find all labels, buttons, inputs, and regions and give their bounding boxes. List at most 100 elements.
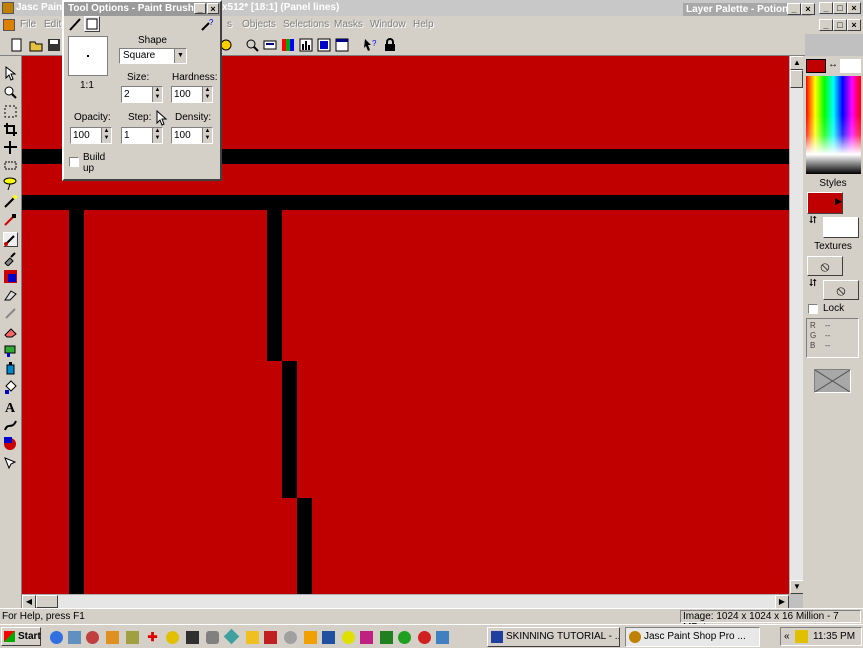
arrow-tool-icon[interactable] bbox=[3, 65, 18, 81]
app-close-button[interactable]: × bbox=[847, 2, 861, 14]
horizontal-scroll-thumb[interactable] bbox=[36, 595, 58, 608]
rectangle-select-icon[interactable] bbox=[3, 158, 18, 173]
background-texture-none-icon[interactable]: ⦸ bbox=[823, 280, 859, 300]
task-paint-shop-pro[interactable]: Jasc Paint Shop Pro ... bbox=[625, 627, 760, 647]
menu-objects[interactable]: Objects bbox=[242, 16, 276, 34]
texture-swap-icon[interactable]: ⮃ bbox=[809, 278, 817, 289]
foreground-texture-none-icon[interactable]: ⦸ bbox=[807, 256, 843, 276]
brush-options-tab-icon[interactable] bbox=[84, 16, 100, 32]
scroll-down-button[interactable]: ▼ bbox=[790, 580, 804, 594]
doc-restore-button[interactable]: □ bbox=[833, 19, 847, 31]
red-cross-icon[interactable]: ✚ bbox=[146, 631, 159, 644]
quicklaunch-app-icon-18[interactable] bbox=[436, 631, 449, 644]
doc-minimize-button[interactable]: _ bbox=[819, 19, 833, 31]
open-folder-icon[interactable] bbox=[28, 37, 44, 52]
size-spinner[interactable]: 2 ▲ ▼ bbox=[121, 86, 163, 103]
quicklaunch-app-icon-4[interactable] bbox=[166, 631, 179, 644]
menu-selections[interactable]: Selections bbox=[283, 16, 329, 34]
step-spinner[interactable]: 1 ▲ ▼ bbox=[121, 127, 163, 144]
desktop-icon[interactable] bbox=[68, 631, 81, 644]
quicklaunch-app-icon-14[interactable] bbox=[360, 631, 373, 644]
layer-palette-icon[interactable] bbox=[316, 37, 332, 52]
toolbar-toggle-icon[interactable] bbox=[262, 37, 278, 52]
quicklaunch-app-icon-9[interactable] bbox=[264, 631, 277, 644]
quicklaunch-app-icon-10[interactable] bbox=[284, 631, 297, 644]
quicklaunch-app-icon-5[interactable] bbox=[186, 631, 199, 644]
zoom-tool-icon[interactable] bbox=[3, 85, 18, 100]
hardness-spinner[interactable]: 100 ▲ ▼ bbox=[171, 86, 213, 103]
scroll-left-button[interactable]: ◀ bbox=[22, 595, 36, 609]
step-spin-buttons[interactable]: ▲ ▼ bbox=[152, 128, 162, 143]
menu-window[interactable]: Window bbox=[370, 16, 406, 34]
histogram-icon[interactable] bbox=[298, 37, 314, 52]
layer-palette-minimize-button[interactable]: _ bbox=[787, 3, 801, 15]
retouch-tool-icon[interactable] bbox=[3, 287, 18, 302]
background-style-swatch[interactable] bbox=[823, 217, 859, 238]
swap-arrow-icon[interactable]: ↔ bbox=[828, 59, 838, 70]
menu-file[interactable]: File bbox=[20, 16, 36, 34]
tool-options-minimize-button[interactable]: _ bbox=[194, 3, 206, 14]
chevron-down-icon[interactable]: ▼ bbox=[174, 49, 186, 63]
app-minimize-button[interactable]: _ bbox=[819, 2, 833, 14]
quicklaunch-app-icon-1[interactable] bbox=[86, 631, 99, 644]
density-spin-buttons[interactable]: ▲ ▼ bbox=[202, 128, 212, 143]
scratch-remover-icon[interactable] bbox=[3, 306, 18, 321]
quicklaunch-app-icon-17[interactable] bbox=[418, 631, 431, 644]
color-palette-icon[interactable] bbox=[280, 37, 296, 52]
clone-brush-icon[interactable] bbox=[3, 251, 18, 267]
vertical-scroll-thumb[interactable] bbox=[790, 70, 803, 88]
shape-dropdown[interactable]: Square ▼ bbox=[119, 48, 187, 64]
color-replacer-icon[interactable] bbox=[3, 269, 18, 284]
new-file-icon[interactable] bbox=[8, 37, 24, 52]
quicklaunch-app-icon-15[interactable] bbox=[380, 631, 393, 644]
quicklaunch-app-icon-3[interactable] bbox=[126, 631, 139, 644]
quicklaunch-app-icon-6[interactable] bbox=[206, 631, 219, 644]
help-pointer-icon[interactable]: ? bbox=[362, 37, 378, 52]
tool-options-help-icon[interactable]: ? bbox=[200, 16, 216, 32]
quicklaunch-app-icon-11[interactable] bbox=[304, 631, 317, 644]
menu-help[interactable]: Help bbox=[413, 16, 434, 34]
quicklaunch-app-icon-13[interactable] bbox=[342, 631, 355, 644]
start-button[interactable]: Start bbox=[1, 627, 41, 646]
tray-expand-icon[interactable]: « bbox=[784, 628, 790, 645]
lock-checkbox[interactable] bbox=[808, 304, 818, 314]
scroll-up-button[interactable]: ▲ bbox=[790, 56, 804, 70]
selection-tool-icon[interactable] bbox=[3, 104, 18, 119]
preset-shapes-icon[interactable] bbox=[3, 436, 18, 451]
eraser-tool-icon[interactable] bbox=[3, 324, 18, 339]
menu-edit[interactable]: Edit bbox=[44, 16, 61, 34]
brush-tab-icon[interactable] bbox=[68, 16, 84, 32]
hardness-spin-buttons[interactable]: ▲ ▼ bbox=[202, 87, 212, 102]
draw-tool-icon[interactable] bbox=[3, 418, 18, 433]
magic-wand-icon[interactable] bbox=[3, 194, 18, 209]
crop-tool-icon[interactable] bbox=[3, 122, 18, 137]
layer-palette-close-button[interactable]: × bbox=[801, 3, 815, 15]
tray-hand-icon[interactable] bbox=[795, 630, 808, 643]
style-dropdown-arrow-icon[interactable]: ▶ bbox=[835, 196, 842, 207]
zoom-icon[interactable] bbox=[244, 37, 260, 52]
horizontal-scrollbar[interactable]: ◀ ▶ bbox=[22, 594, 789, 609]
overview-icon[interactable] bbox=[334, 37, 350, 52]
quicklaunch-app-icon-12[interactable] bbox=[322, 631, 335, 644]
opacity-spin-buttons[interactable]: ▲ ▼ bbox=[101, 128, 111, 143]
menu-partial[interactable]: s bbox=[227, 16, 232, 34]
paint-brush-tool-icon[interactable] bbox=[3, 232, 18, 247]
app-maximize-button[interactable]: □ bbox=[833, 2, 847, 14]
browser-icon[interactable] bbox=[50, 631, 63, 644]
quicklaunch-app-icon-2[interactable] bbox=[106, 631, 119, 644]
air-brush-icon[interactable] bbox=[3, 361, 18, 376]
text-tool-icon[interactable]: A bbox=[3, 399, 18, 416]
doc-close-button[interactable]: × bbox=[847, 19, 861, 31]
color-picker-spectrum[interactable] bbox=[806, 76, 861, 174]
picture-tube-icon[interactable] bbox=[3, 343, 18, 358]
tool-options-close-button[interactable]: × bbox=[207, 3, 219, 14]
save-icon[interactable] bbox=[46, 37, 62, 52]
lock-icon[interactable] bbox=[382, 37, 398, 52]
flood-fill-icon[interactable] bbox=[3, 380, 18, 395]
opacity-spinner[interactable]: 100 ▲ ▼ bbox=[70, 127, 112, 144]
vertical-scrollbar[interactable]: ▲ ▼ bbox=[789, 56, 804, 594]
quicklaunch-app-icon-8[interactable] bbox=[246, 631, 259, 644]
dropper-tool-icon[interactable] bbox=[3, 212, 18, 227]
density-spinner[interactable]: 100 ▲ ▼ bbox=[171, 127, 213, 144]
scroll-right-button[interactable]: ▶ bbox=[775, 595, 789, 609]
